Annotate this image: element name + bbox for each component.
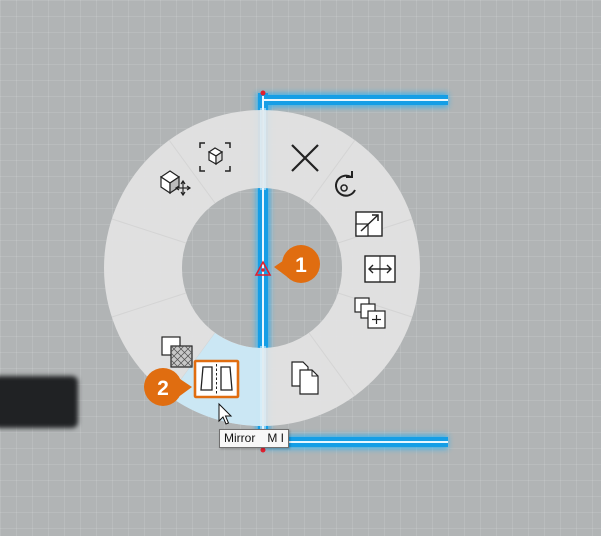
tooltip: Mirror M I: [219, 429, 289, 448]
endpoint-marker: [260, 447, 266, 453]
tooltip-label: Mirror: [224, 431, 256, 445]
tooltip-shortcut: M I: [267, 431, 284, 445]
stretch-icon[interactable]: [364, 255, 396, 283]
scale-arrow-icon[interactable]: [355, 211, 383, 237]
endpoint-marker: [260, 90, 266, 96]
callout-2-number: 2: [157, 377, 169, 400]
callout-1-number: 1: [295, 254, 307, 277]
callout-1: 1: [274, 245, 320, 283]
mirror-icon[interactable]: [193, 359, 240, 399]
drawing-canvas: 1 2: [104, 90, 448, 453]
